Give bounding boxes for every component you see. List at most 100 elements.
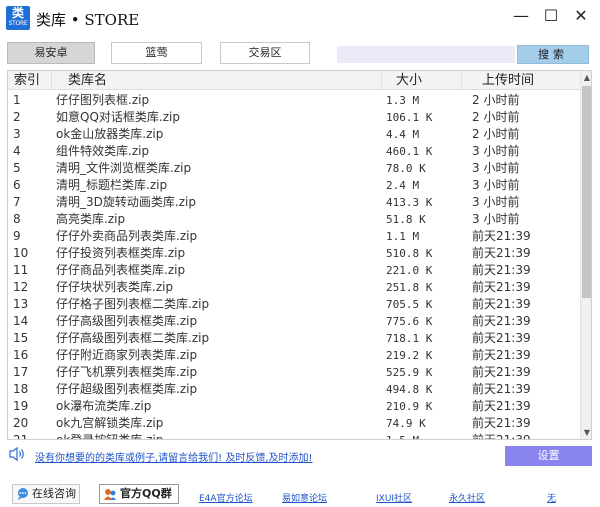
footer-link-ixui-community[interactable]: IXUI社区 [376, 491, 412, 504]
table-row[interactable]: 7 清明_3D旋转动画类库.zip 413.3 K 3 小时前 [8, 194, 580, 211]
row-index: 15 [13, 331, 29, 345]
logo-glyph: 类 [11, 6, 24, 20]
row-upload-time: 前天21:39 [472, 229, 531, 243]
table-row[interactable]: 15 仔仔高级图列表框二类库.zip 718.1 K 前天21:39 [8, 330, 580, 347]
footer-link-yiruyi-forum[interactable]: 易如意论坛 [282, 491, 327, 504]
row-index: 16 [13, 348, 29, 362]
row-size: 221.0 K [386, 264, 433, 277]
row-upload-time: 2 小时前 [472, 110, 520, 124]
row-library-name: 仔仔格子图列表框二类库.zip [56, 297, 210, 311]
vertical-scrollbar[interactable]: ▲ ▼ [580, 71, 591, 439]
row-upload-time: 2 小时前 [472, 127, 520, 141]
table-row[interactable]: 18 仔仔超级图列表框类库.zip 494.8 K 前天21:39 [8, 381, 580, 398]
row-index: 21 [13, 433, 29, 440]
close-button[interactable]: ✕ [566, 4, 596, 28]
feedback-notice-link[interactable]: 没有你想要的的类库或例子,请留言给我们! 及时反馈,及时添加! [35, 449, 313, 464]
table-row[interactable]: 19 ok瀑布流类库.zip 210.9 K 前天21:39 [8, 398, 580, 415]
search-input[interactable] [337, 46, 515, 63]
table-row[interactable]: 9 仔仔外卖商品列表类库.zip 1.1 M 前天21:39 [8, 228, 580, 245]
row-size: 219.2 K [386, 349, 433, 362]
row-index: 5 [13, 161, 21, 175]
official-qq-group-label: 官方QQ群 [120, 487, 172, 500]
table-row[interactable]: 5 清明_文件浏览框类库.zip 78.0 K 3 小时前 [8, 160, 580, 177]
row-size: 1.5 M [386, 432, 464, 439]
row-library-name: 仔仔图列表框.zip [56, 93, 150, 107]
row-library-name: 仔仔飞机票列表框类库.zip [56, 365, 198, 379]
row-index: 4 [13, 144, 21, 158]
online-consult-button[interactable]: 在线咨询 [12, 484, 80, 504]
column-header-size[interactable]: 大小 [382, 71, 462, 90]
row-index: 17 [13, 365, 29, 379]
row-index: 20 [13, 416, 29, 430]
row-index: 10 [13, 246, 29, 260]
row-index: 8 [13, 212, 21, 226]
table-row[interactable]: 3 ok金山放器类库.zip 4.4 M 2 小时前 [8, 126, 580, 143]
row-size: 251.8 K [386, 281, 433, 294]
table-row[interactable]: 13 仔仔格子图列表框二类库.zip 705.5 K 前天21:39 [8, 296, 580, 313]
row-size: 78.0 K [386, 162, 426, 175]
table-row[interactable]: 6 清明_标题栏类库.zip 2.4 M 3 小时前 [8, 177, 580, 194]
row-size: 718.1 K [386, 332, 433, 345]
row-size: 525.9 K [386, 366, 433, 379]
row-size: 51.8 K [386, 213, 426, 226]
row-upload-time: 前天21:39 [472, 382, 531, 396]
column-header-name[interactable]: 类库名 [52, 71, 382, 90]
row-library-name: 高亮类库.zip [56, 212, 126, 226]
chat-icon [18, 488, 28, 500]
column-header-index[interactable]: 索引 [8, 71, 52, 90]
row-upload-time: 前天21:39 [472, 433, 531, 440]
tab-lanying[interactable]: 篮莺 [111, 42, 202, 64]
row-upload-time: 3 小时前 [472, 161, 520, 175]
row-upload-time: 3 小时前 [472, 144, 520, 158]
row-upload-time: 前天21:39 [472, 416, 531, 430]
row-size: 4.4 M [386, 128, 420, 141]
row-library-name: 仔仔外卖商品列表类库.zip [56, 229, 198, 243]
row-library-name: 如意QQ对话框类库.zip [56, 110, 180, 124]
maximize-button[interactable]: ☐ [536, 4, 566, 28]
table-row[interactable]: 2 如意QQ对话框类库.zip 106.1 K 2 小时前 [8, 109, 580, 126]
table-row[interactable]: 12 仔仔块状列表类库.zip 251.8 K 前天21:39 [8, 279, 580, 296]
footer-link-yongjiu-community[interactable]: 永久社区 [449, 491, 485, 504]
table-row[interactable]: 11 仔仔商品列表框类库.zip 221.0 K 前天21:39 [8, 262, 580, 279]
row-library-name: 仔仔高级图列表框类库.zip [56, 314, 198, 328]
row-size: 1.1 M [386, 230, 420, 243]
column-header-upload-time[interactable]: 上传时间 [462, 71, 580, 90]
table-row[interactable]: 4 组件特效类库.zip 460.1 K 3 小时前 [8, 143, 580, 160]
list-rows: 1 仔仔图列表框.zip 1.3 M 2 小时前 2 如意QQ对话框类库.zip 106.1… [8, 92, 580, 440]
scroll-down-icon[interactable]: ▼ [581, 426, 591, 439]
row-library-name: 仔仔高级图列表框二类库.zip [56, 331, 210, 345]
row-size: 460.1 K [386, 145, 433, 158]
minimize-button[interactable]: — [506, 4, 536, 28]
row-upload-time: 前天21:39 [472, 314, 531, 328]
row-upload-time: 前天21:39 [472, 263, 531, 277]
tab-trade-zone[interactable]: 交易区 [220, 42, 310, 64]
table-row[interactable]: 1 仔仔图列表框.zip 1.3 M 2 小时前 [8, 92, 580, 109]
row-library-name: 仔仔块状列表类库.zip [56, 280, 174, 294]
row-size: 210.9 K [386, 400, 433, 413]
table-row[interactable]: 8 高亮类库.zip 51.8 K 3 小时前 [8, 211, 580, 228]
table-row[interactable]: 14 仔仔高级图列表框类库.zip 775.6 K 前天21:39 [8, 313, 580, 330]
scroll-up-icon[interactable]: ▲ [581, 71, 591, 84]
row-index: 1 [13, 93, 21, 107]
table-row[interactable]: 17 仔仔飞机票列表框类库.zip 525.9 K 前天21:39 [8, 364, 580, 381]
official-qq-group-button[interactable]: 官方QQ群 [99, 484, 179, 504]
tab-yianzhuo[interactable]: 易安卓 [7, 42, 95, 64]
table-row[interactable]: 16 仔仔附近商家列表类库.zip 219.2 K 前天21:39 [8, 347, 580, 364]
table-row[interactable]: 20 ok九宫解锁类库.zip 74.9 K 前天21:39 [8, 415, 580, 432]
settings-button[interactable]: 设置 [505, 446, 592, 466]
table-row[interactable]: 21 ok登录按钮类库.zip 1.5 M 前天21:39 [8, 432, 580, 440]
scrollbar-thumb[interactable] [582, 86, 591, 298]
row-index: 18 [13, 382, 29, 396]
footer-link-e4a-forum[interactable]: E4A官方论坛 [199, 491, 253, 504]
row-index: 19 [13, 399, 29, 413]
table-row[interactable]: 10 仔仔投资列表框类库.zip 510.8 K 前天21:39 [8, 245, 580, 262]
search-button[interactable]: 搜索 [517, 45, 589, 64]
row-library-name: 仔仔投资列表框类库.zip [56, 246, 186, 260]
row-library-name: 清明_标题栏类库.zip [56, 178, 168, 192]
row-index: 12 [13, 280, 29, 294]
footer-link-none[interactable]: 无 [547, 491, 556, 504]
row-upload-time: 前天21:39 [472, 399, 531, 413]
row-library-name: 组件特效类库.zip [56, 144, 150, 158]
row-library-name: 仔仔商品列表框类库.zip [56, 263, 186, 277]
row-library-name: ok登录按钮类库.zip [56, 433, 164, 440]
